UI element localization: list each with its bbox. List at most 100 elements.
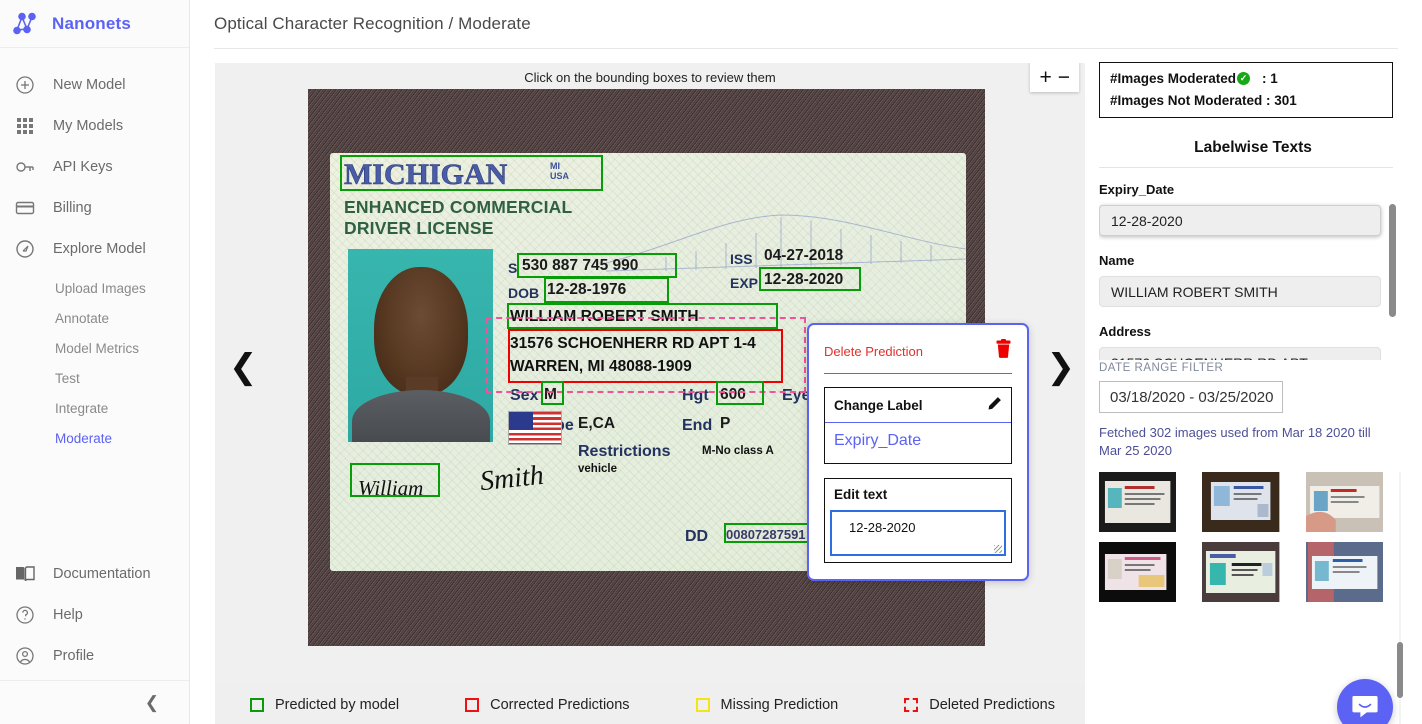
sidebar-item-label: New Model [53,77,126,93]
page-title: Optical Character Recognition / Moderate [190,0,1422,34]
bbox-state-title[interactable] [340,155,603,191]
trash-icon[interactable] [995,339,1012,363]
license-restrictions-value2: vehicle [578,463,617,475]
resize-grip-icon[interactable] [994,545,1002,553]
sidebar-item-explore-model[interactable]: Explore Model [0,228,189,269]
compass-icon [14,238,35,259]
license-restrictions-value: M-No class A [702,445,774,457]
sidebar: Nanonets New Model My Models [0,0,190,724]
license-iss-label: ISS [730,251,753,267]
thumbnail-5[interactable] [1202,542,1279,602]
plus-circle-icon [14,74,35,95]
sidebar-item-integrate[interactable]: Integrate [0,393,189,423]
chat-bubble-icon[interactable] [1337,679,1393,724]
change-label-title: Change Label [834,398,923,413]
expiry-date-input[interactable]: 12-28-2020 [1099,205,1381,236]
panel-scrollbar[interactable] [1397,642,1403,698]
edit-text-title: Edit text [834,487,887,502]
check-circle-icon: ✓ [1237,72,1250,85]
legend-item-corrected: Corrected Predictions [465,697,629,713]
user-circle-icon [14,645,35,666]
bbox-hgt[interactable] [716,381,764,405]
thumbnail-3[interactable] [1306,472,1383,532]
thumbnail-4[interactable] [1099,542,1176,602]
license-exp-label: EXP [730,275,758,291]
date-range-input[interactable]: 03/18/2020 - 03/25/2020 [1099,381,1283,413]
bbox-sex[interactable] [541,381,564,405]
address-input[interactable]: 31576 SCHOENHERR RD APT [1099,347,1381,360]
sidebar-footer: ❮ [0,680,189,724]
chevron-left-icon[interactable]: ❮ [145,693,159,713]
brand[interactable]: Nanonets [0,0,189,48]
license-signature-surname: Smith [479,460,546,498]
license-dd-label: DD [685,528,708,546]
thumbnail-2[interactable] [1202,472,1279,532]
nanonets-logo-icon [10,9,40,39]
popup-header: Delete Prediction [824,339,1012,363]
field-label: Address [1099,324,1381,339]
legend-label: Deleted Predictions [929,697,1055,713]
thumbnail-6[interactable] [1306,542,1383,602]
stat-images-not-moderated: #Images Not Moderated : 301 [1110,93,1382,108]
image-viewer-panel: Click on the bounding boxes to review th… [215,63,1085,724]
fetched-images-note: Fetched 302 images used from Mar 18 2020… [1099,424,1407,460]
zoom-out-button[interactable]: − [1058,67,1070,88]
previous-image-button[interactable]: ❮ [229,350,258,384]
license-end-label: End [682,417,712,435]
pencil-icon[interactable] [987,396,1002,414]
legend-dashed-box-icon [904,698,918,712]
sidebar-item-api-keys[interactable]: API Keys [0,146,189,187]
sidebar-item-annotate[interactable]: Annotate [0,303,189,333]
legend-item-predicted: Predicted by model [250,697,399,713]
name-input[interactable]: WILLIAM ROBERT SMITH [1099,276,1381,307]
stat-images-moderated: #Images Moderated ✓ : 1 [1110,71,1382,86]
sidebar-item-profile[interactable]: Profile [0,635,189,676]
sidebar-item-model-metrics[interactable]: Model Metrics [0,333,189,363]
license-dob-label: DOB [508,285,539,301]
thumbnail-1[interactable] [1099,472,1176,532]
labelwise-field: Expiry_Date 12-28-2020 [1099,182,1407,236]
prediction-edit-popup: Delete Prediction [807,323,1029,581]
edit-text-input[interactable]: 12-28-2020 [830,510,1006,556]
primary-nav: New Model My Models API Keys [0,48,189,453]
subnav-label: Moderate [55,431,112,446]
legend-yellow-box-icon [696,698,710,712]
sidebar-item-label: My Models [53,118,123,134]
next-image-button[interactable]: ❯ [1047,350,1076,384]
labelwise-scrollbar[interactable] [1389,204,1396,317]
change-label-value[interactable]: Expiry_Date [825,423,1011,463]
bbox-signature[interactable] [350,463,440,497]
sidebar-item-documentation[interactable]: Documentation [0,553,189,594]
sidebar-item-my-models[interactable]: My Models [0,105,189,146]
sidebar-item-label: Documentation [53,566,151,582]
legend-label: Corrected Predictions [490,697,629,713]
bbox-dob[interactable] [544,277,669,303]
grid-icon [14,115,35,136]
zoom-controls: + − [1030,63,1079,92]
zoom-in-button[interactable]: + [1039,67,1051,88]
sidebar-item-upload-images[interactable]: Upload Images [0,273,189,303]
moderation-stats-box: #Images Moderated ✓ : 1 #Images Not Mode… [1099,62,1393,118]
stat-moderated-label: #Images Moderated [1110,71,1236,86]
subnav-label: Annotate [55,311,109,326]
delete-prediction-button[interactable]: Delete Prediction [824,344,923,359]
sidebar-item-help[interactable]: Help [0,594,189,635]
sidebar-item-label: Billing [53,200,92,216]
sidebar-item-test[interactable]: Test [0,363,189,393]
sidebar-item-billing[interactable]: Billing [0,187,189,228]
main-content: Optical Character Recognition / Moderate… [190,0,1422,724]
legend-bar: Predicted by model Corrected Predictions… [215,684,1085,724]
sidebar-item-moderate[interactable]: Moderate [0,423,189,453]
sidebar-item-new-model[interactable]: New Model [0,64,189,105]
bbox-expiry-date[interactable] [759,267,861,291]
subnav-label: Test [55,371,80,386]
bbox-s-number[interactable] [517,253,677,278]
labelwise-fields-list[interactable]: Expiry_Date 12-28-2020 Name WILLIAM ROBE… [1099,182,1407,360]
right-panel: #Images Moderated ✓ : 1 #Images Not Mode… [1085,63,1407,724]
bbox-dd-number[interactable] [724,523,812,543]
edit-text-header: Edit text [825,479,1011,510]
image-viewer[interactable]: Click on the bounding boxes to review th… [215,63,1085,684]
subnav-label: Model Metrics [55,341,139,356]
explore-model-subnav: Upload Images Annotate Model Metrics Tes… [0,269,189,453]
content-row: Click on the bounding boxes to review th… [190,49,1422,724]
